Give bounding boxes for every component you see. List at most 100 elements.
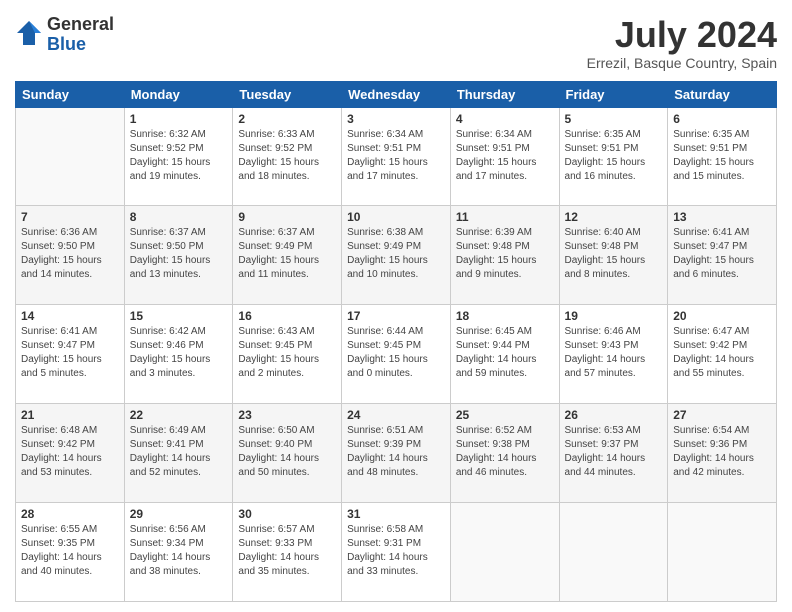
table-row: 8Sunrise: 6:37 AM Sunset: 9:50 PM Daylig… (124, 206, 233, 305)
table-row: 6 Sunrise: 6:35 AM Sunset: 9:51 PM Daylig… (668, 107, 777, 206)
day-number: 1 (130, 112, 228, 126)
table-row: 22 Sunrise: 6:49 AM Sunset: 9:41 PM Dayli… (124, 404, 233, 503)
day-number: 4 (456, 112, 554, 126)
day-number: 16 (238, 309, 336, 323)
table-row: 28 Sunrise: 6:55 AM Sunset: 9:35 PM Dayli… (16, 503, 125, 602)
calendar-week-row: 1 Sunrise: 6:32 AM Sunset: 9:52 PM Daylig… (16, 107, 777, 206)
day-info: Sunrise: 6:40 AM Sunset: 9:48 PM Dayligh… (565, 226, 663, 282)
logo-icon (15, 19, 43, 47)
subtitle: Errezil, Basque Country, Spain (587, 55, 777, 71)
table-row: 9 Sunrise: 6:37 AM Sunset: 9:49 PM Daylig… (233, 206, 342, 305)
day-number: 30 (238, 507, 336, 521)
day-info: Sunrise: 6:36 AM Sunset: 9:50 PM Dayligh… (21, 226, 119, 282)
table-row: 25 Sunrise: 6:52 AM Sunset: 9:38 PM Dayli… (450, 404, 559, 503)
day-info: Sunrise: 6:45 AM Sunset: 9:44 PM Dayligh… (456, 325, 554, 381)
day-info: Sunrise: 6:34 AM Sunset: 9:51 PM Dayligh… (347, 128, 445, 184)
day-number: 26 (565, 408, 663, 422)
day-info: Sunrise: 6:52 AM Sunset: 9:38 PM Dayligh… (456, 424, 554, 480)
day-number: 9 (238, 210, 336, 224)
day-number: 12 (565, 210, 663, 224)
day-number: 11 (456, 210, 554, 224)
table-row: 23Sunrise: 6:50 AM Sunset: 9:40 PM Dayli… (233, 404, 342, 503)
page: General Blue July 2024 Errezil, Basque C… (0, 0, 792, 612)
day-number: 18 (456, 309, 554, 323)
table-row: 5 Sunrise: 6:35 AM Sunset: 9:51 PM Daylig… (559, 107, 668, 206)
day-number: 6 (673, 112, 771, 126)
day-info: Sunrise: 6:53 AM Sunset: 9:37 PM Dayligh… (565, 424, 663, 480)
day-number: 28 (21, 507, 119, 521)
calendar-table: Sunday Monday Tuesday Wednesday Thursday… (15, 81, 777, 602)
table-row: 19 Sunrise: 6:46 AM Sunset: 9:43 PM Dayli… (559, 305, 668, 404)
table-row: 13Sunrise: 6:41 AM Sunset: 9:47 PM Dayli… (668, 206, 777, 305)
day-number: 5 (565, 112, 663, 126)
table-row: 16 Sunrise: 6:43 AM Sunset: 9:45 PM Dayli… (233, 305, 342, 404)
table-row: 21 Sunrise: 6:48 AM Sunset: 9:42 PM Dayli… (16, 404, 125, 503)
day-info: Sunrise: 6:35 AM Sunset: 9:51 PM Dayligh… (565, 128, 663, 184)
weekday-header-row: Sunday Monday Tuesday Wednesday Thursday… (16, 81, 777, 107)
table-row: 27Sunrise: 6:54 AM Sunset: 9:36 PM Dayli… (668, 404, 777, 503)
calendar-week-row: 7 Sunrise: 6:36 AM Sunset: 9:50 PM Daylig… (16, 206, 777, 305)
table-row: 30 Sunrise: 6:57 AM Sunset: 9:33 PM Dayli… (233, 503, 342, 602)
day-number: 3 (347, 112, 445, 126)
day-info: Sunrise: 6:57 AM Sunset: 9:33 PM Dayligh… (238, 523, 336, 579)
day-number: 22 (130, 408, 228, 422)
table-row: 31 Sunrise: 6:58 AM Sunset: 9:31 PM Dayli… (342, 503, 451, 602)
table-row: 11 Sunrise: 6:39 AM Sunset: 9:48 PM Dayli… (450, 206, 559, 305)
day-number: 14 (21, 309, 119, 323)
main-title: July 2024 (587, 15, 777, 55)
header-monday: Monday (124, 81, 233, 107)
day-number: 15 (130, 309, 228, 323)
calendar-week-row: 14 Sunrise: 6:41 AM Sunset: 9:47 PM Dayli… (16, 305, 777, 404)
table-row (16, 107, 125, 206)
table-row: 17Sunrise: 6:44 AM Sunset: 9:45 PM Dayli… (342, 305, 451, 404)
header-saturday: Saturday (668, 81, 777, 107)
day-info: Sunrise: 6:46 AM Sunset: 9:43 PM Dayligh… (565, 325, 663, 381)
day-number: 31 (347, 507, 445, 521)
day-number: 7 (21, 210, 119, 224)
day-info: Sunrise: 6:37 AM Sunset: 9:49 PM Dayligh… (238, 226, 336, 282)
day-info: Sunrise: 6:32 AM Sunset: 9:52 PM Dayligh… (130, 128, 228, 184)
day-info: Sunrise: 6:43 AM Sunset: 9:45 PM Dayligh… (238, 325, 336, 381)
table-row: 2Sunrise: 6:33 AM Sunset: 9:52 PM Daylig… (233, 107, 342, 206)
table-row: 18 Sunrise: 6:45 AM Sunset: 9:44 PM Dayli… (450, 305, 559, 404)
table-row (450, 503, 559, 602)
day-info: Sunrise: 6:47 AM Sunset: 9:42 PM Dayligh… (673, 325, 771, 381)
header: General Blue July 2024 Errezil, Basque C… (15, 15, 777, 71)
day-info: Sunrise: 6:58 AM Sunset: 9:31 PM Dayligh… (347, 523, 445, 579)
day-info: Sunrise: 6:38 AM Sunset: 9:49 PM Dayligh… (347, 226, 445, 282)
table-row (668, 503, 777, 602)
day-info: Sunrise: 6:39 AM Sunset: 9:48 PM Dayligh… (456, 226, 554, 282)
logo: General Blue (15, 15, 114, 55)
day-info: Sunrise: 6:55 AM Sunset: 9:35 PM Dayligh… (21, 523, 119, 579)
day-number: 19 (565, 309, 663, 323)
day-number: 25 (456, 408, 554, 422)
logo-blue-text: Blue (47, 35, 114, 55)
title-area: July 2024 Errezil, Basque Country, Spain (587, 15, 777, 71)
day-number: 13 (673, 210, 771, 224)
day-info: Sunrise: 6:48 AM Sunset: 9:42 PM Dayligh… (21, 424, 119, 480)
day-number: 24 (347, 408, 445, 422)
day-number: 21 (21, 408, 119, 422)
table-row (559, 503, 668, 602)
table-row: 24 Sunrise: 6:51 AM Sunset: 9:39 PM Dayli… (342, 404, 451, 503)
day-number: 20 (673, 309, 771, 323)
day-number: 23 (238, 408, 336, 422)
table-row: 29Sunrise: 6:56 AM Sunset: 9:34 PM Dayli… (124, 503, 233, 602)
table-row: 12 Sunrise: 6:40 AM Sunset: 9:48 PM Dayli… (559, 206, 668, 305)
calendar-week-row: 21 Sunrise: 6:48 AM Sunset: 9:42 PM Dayli… (16, 404, 777, 503)
table-row: 1 Sunrise: 6:32 AM Sunset: 9:52 PM Daylig… (124, 107, 233, 206)
day-info: Sunrise: 6:41 AM Sunset: 9:47 PM Dayligh… (21, 325, 119, 381)
day-info: Sunrise: 6:34 AM Sunset: 9:51 PM Dayligh… (456, 128, 554, 184)
header-sunday: Sunday (16, 81, 125, 107)
day-info: Sunrise: 6:54 AM Sunset: 9:36 PM Dayligh… (673, 424, 771, 480)
day-info: Sunrise: 6:35 AM Sunset: 9:51 PM Dayligh… (673, 128, 771, 184)
table-row: 15 Sunrise: 6:42 AM Sunset: 9:46 PM Dayli… (124, 305, 233, 404)
day-number: 2 (238, 112, 336, 126)
day-info: Sunrise: 6:49 AM Sunset: 9:41 PM Dayligh… (130, 424, 228, 480)
day-info: Sunrise: 6:42 AM Sunset: 9:46 PM Dayligh… (130, 325, 228, 381)
header-wednesday: Wednesday (342, 81, 451, 107)
header-friday: Friday (559, 81, 668, 107)
day-number: 8 (130, 210, 228, 224)
table-row: 7 Sunrise: 6:36 AM Sunset: 9:50 PM Daylig… (16, 206, 125, 305)
day-info: Sunrise: 6:51 AM Sunset: 9:39 PM Dayligh… (347, 424, 445, 480)
